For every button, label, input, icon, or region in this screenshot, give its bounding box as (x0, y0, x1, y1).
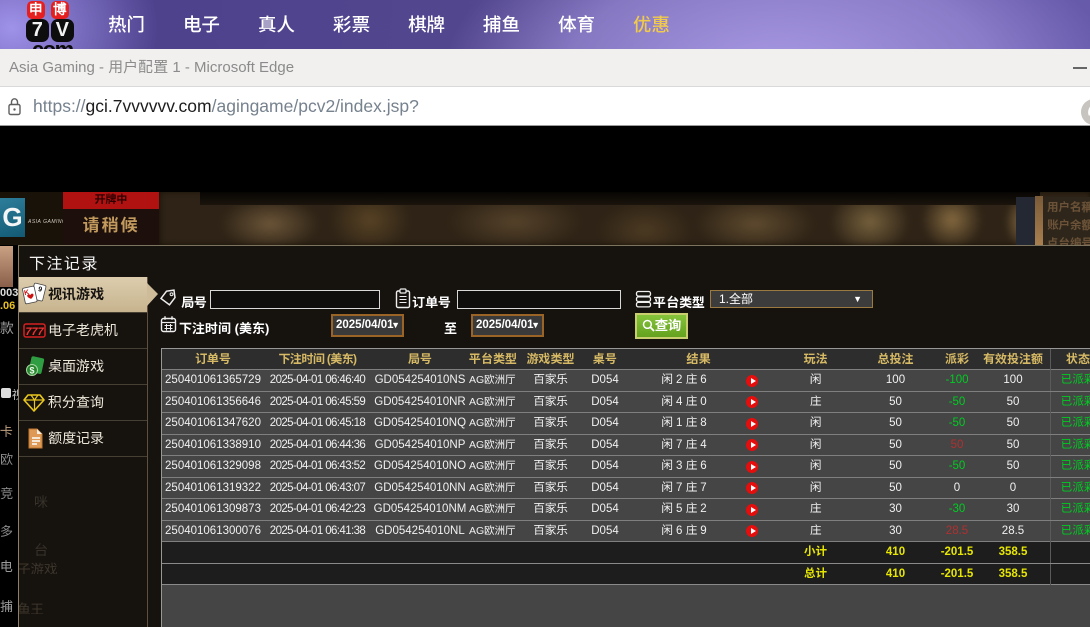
svg-text:$: $ (29, 366, 34, 376)
svg-text:777: 777 (25, 326, 44, 338)
